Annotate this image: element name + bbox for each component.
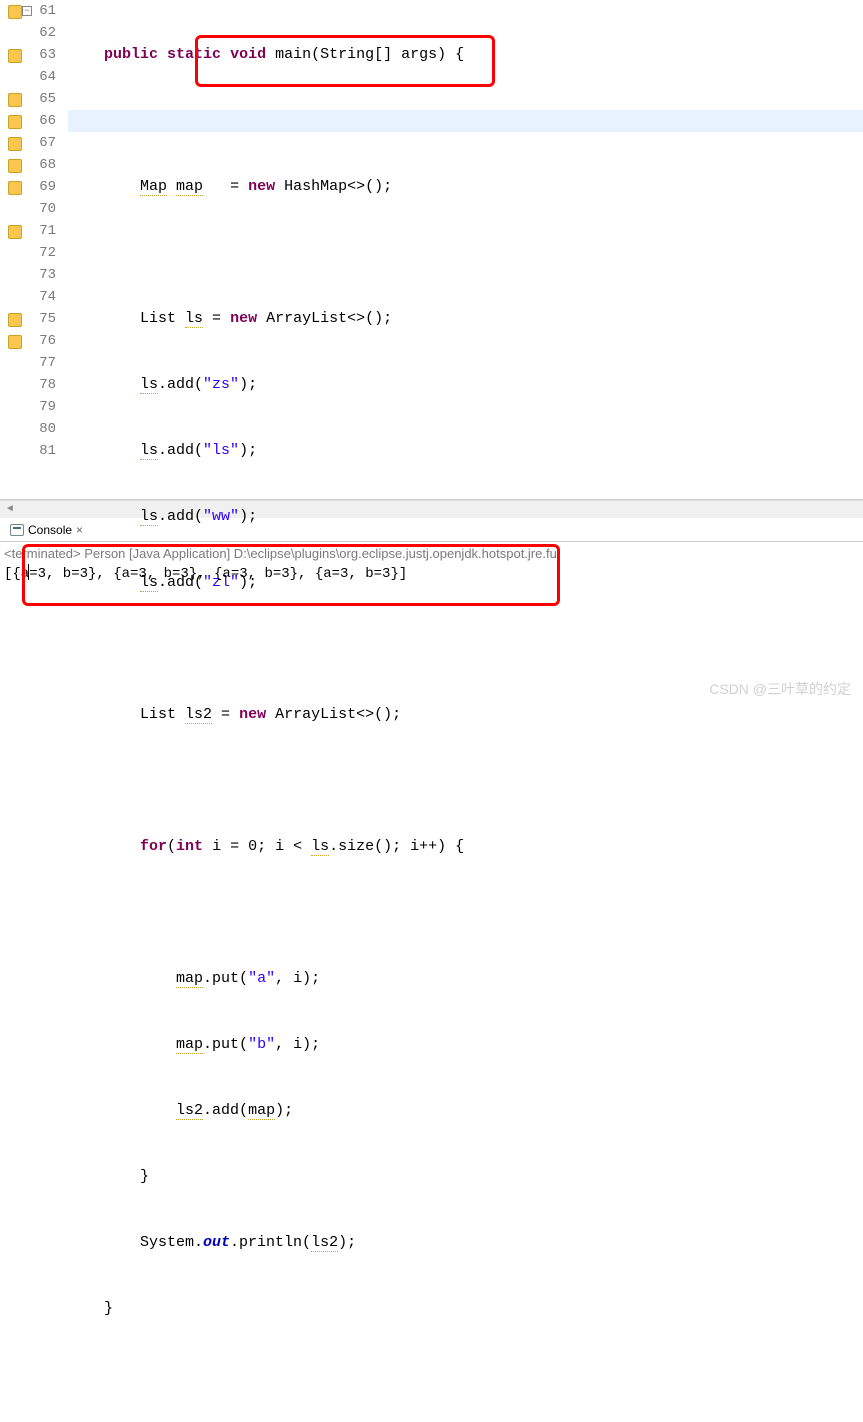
- gutter-line: 71: [0, 220, 56, 242]
- warning-icon: [8, 158, 22, 172]
- gutter-line: 66: [0, 110, 56, 132]
- warning-icon: [8, 224, 22, 238]
- gutter-line: −61: [0, 0, 56, 22]
- warning-icon: [8, 180, 22, 194]
- line-gutter: −61 62 63 64 65 66 67 68 69 70 71 72 73 …: [0, 0, 60, 499]
- gutter-line: 68: [0, 154, 56, 176]
- gutter-line: 76: [0, 330, 56, 352]
- console-icon: [10, 524, 24, 536]
- gutter-line: 73: [0, 264, 56, 286]
- gutter-line: 70: [0, 198, 56, 220]
- console-output-line: [{a=3, b=3}, {a=3, b=3}, {a=3, b=3}, {a=…: [4, 564, 859, 584]
- gutter-line: 62: [0, 22, 56, 44]
- code-content[interactable]: public static void main(String[] args) {…: [60, 0, 863, 499]
- fold-icon[interactable]: −: [22, 6, 32, 16]
- warning-icon: [8, 334, 22, 348]
- console-output[interactable]: <terminated> Person [Java Application] D…: [0, 542, 863, 586]
- warning-icon: [8, 48, 22, 62]
- text-cursor: [28, 564, 29, 580]
- gutter-line: 78: [0, 374, 56, 396]
- gutter-line: 67: [0, 132, 56, 154]
- gutter-line: 81: [0, 440, 56, 462]
- gutter-line: 63: [0, 44, 56, 66]
- gutter-line: 77: [0, 352, 56, 374]
- gutter-line: 74: [0, 286, 56, 308]
- gutter-line: 79: [0, 396, 56, 418]
- scroll-left-icon[interactable]: ◄: [2, 503, 18, 517]
- warning-icon: [8, 136, 22, 150]
- current-line: [68, 110, 863, 132]
- warning-icon: [8, 4, 22, 18]
- gutter-line: 80: [0, 418, 56, 440]
- warning-icon: [8, 312, 22, 326]
- gutter-line: 72: [0, 242, 56, 264]
- code-editor[interactable]: −61 62 63 64 65 66 67 68 69 70 71 72 73 …: [0, 0, 863, 500]
- warning-icon: [8, 114, 22, 128]
- gutter-line: 64: [0, 66, 56, 88]
- gutter-line: 75: [0, 308, 56, 330]
- console-tab-label: Console: [28, 523, 72, 537]
- warning-icon: [8, 92, 22, 106]
- gutter-line: 65: [0, 88, 56, 110]
- gutter-line: 69: [0, 176, 56, 198]
- console-status: <terminated> Person [Java Application] D…: [4, 544, 859, 564]
